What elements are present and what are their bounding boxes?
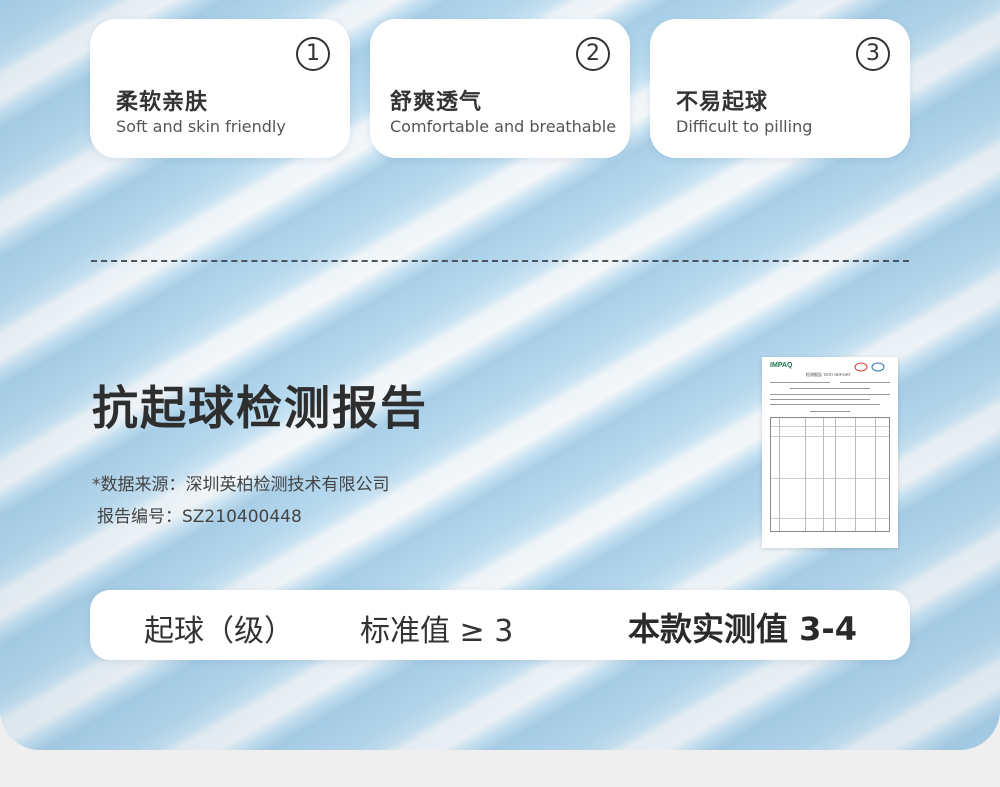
report-doc-body	[770, 380, 890, 542]
test-report-document-image: IMPAQ 检测报告 TEST REPORT	[762, 357, 898, 548]
circled-number-3: 3	[856, 37, 890, 71]
striped-fabric-background: 1 柔软亲肤 Soft and skin friendly 2 舒爽透气 Com…	[0, 0, 1000, 750]
circled-number-1: 1	[296, 37, 330, 71]
circled-number-2: 2	[576, 37, 610, 71]
dashed-divider	[91, 260, 909, 262]
report-logo: IMPAQ	[770, 362, 793, 369]
feature-title-cn: 舒爽透气	[390, 90, 483, 115]
feature-title-en: Soft and skin friendly	[116, 117, 286, 136]
pilling-grade-label: 起球（级）	[144, 614, 294, 649]
feature-title-en: Comfortable and breathable	[390, 117, 617, 136]
feature-card-3: 3 不易起球 Difficult to pilling	[650, 19, 910, 158]
report-number: 报告编号：SZ210400448	[97, 507, 302, 527]
report-doc-title: 检测报告 TEST REPORT	[806, 372, 851, 377]
feature-title-cn: 柔软亲肤	[116, 90, 209, 115]
report-title: 抗起球检测报告	[92, 381, 428, 435]
pilling-grade-summary: 起球（级） 标准值 ≥ 3 本款实测值 3-4	[90, 590, 910, 660]
feature-title-en: Difficult to pilling	[676, 117, 813, 136]
standard-value: 标准值 ≥ 3	[360, 614, 514, 649]
feature-card-2: 2 舒爽透气 Comfortable and breathable	[370, 19, 630, 158]
measured-value: 本款实测值 3-4	[628, 610, 857, 648]
feature-card-1: 1 柔软亲肤 Soft and skin friendly	[90, 19, 350, 158]
feature-title-cn: 不易起球	[676, 90, 769, 115]
certification-seal-icon	[854, 362, 885, 372]
report-source: *数据来源：深圳英柏检测技术有限公司	[92, 475, 390, 495]
